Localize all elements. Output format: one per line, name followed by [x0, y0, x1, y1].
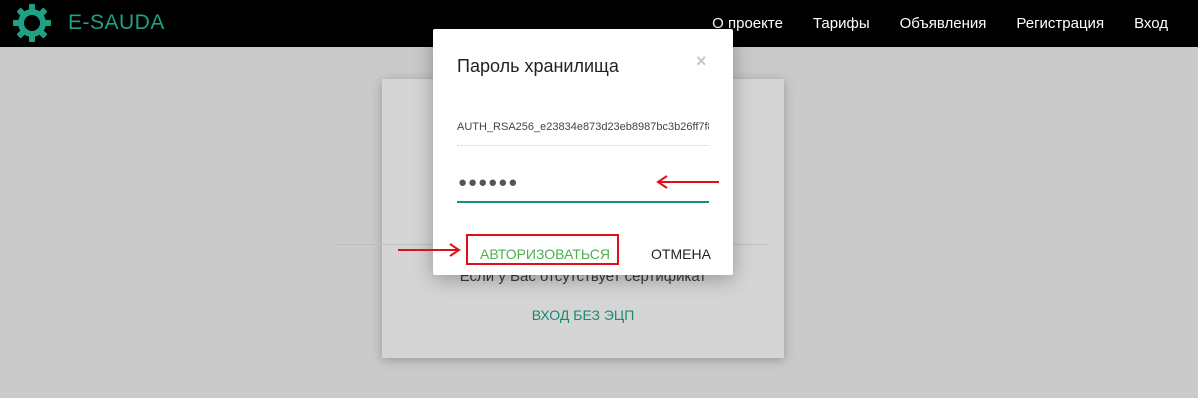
password-value: ●●●●●● — [458, 174, 519, 191]
password-input[interactable]: ●●●●●● — [457, 170, 709, 203]
nav-link-tariffs[interactable]: Тарифы — [798, 0, 885, 47]
brand-name[interactable]: E-SAUDA — [68, 11, 165, 35]
login-without-eds-link[interactable]: ВХОД БЕЗ ЭЦП — [382, 307, 784, 323]
nav-link-registration[interactable]: Регистрация — [1001, 0, 1119, 47]
close-icon[interactable]: × — [696, 51, 707, 72]
certificate-field[interactable]: AUTH_RSA256_e23834e873d23eb8987bc3b26ff7… — [457, 112, 709, 146]
nav-links: О проекте Тарифы Объявления Регистрация … — [697, 0, 1198, 47]
certificate-value: AUTH_RSA256_e23834e873d23eb8987bc3b26ff7… — [457, 121, 709, 133]
authorize-button[interactable]: АВТОРИЗОВАТЬСЯ — [470, 239, 620, 269]
nav-link-ads[interactable]: Объявления — [885, 0, 1002, 47]
gear-icon[interactable] — [12, 3, 52, 43]
nav-link-login[interactable]: Вход — [1119, 0, 1198, 47]
storage-password-modal: Пароль хранилища × AUTH_RSA256_e23834e87… — [433, 29, 733, 275]
modal-title: Пароль хранилища — [457, 56, 619, 76]
cancel-button[interactable]: ОТМЕНА — [646, 239, 716, 269]
